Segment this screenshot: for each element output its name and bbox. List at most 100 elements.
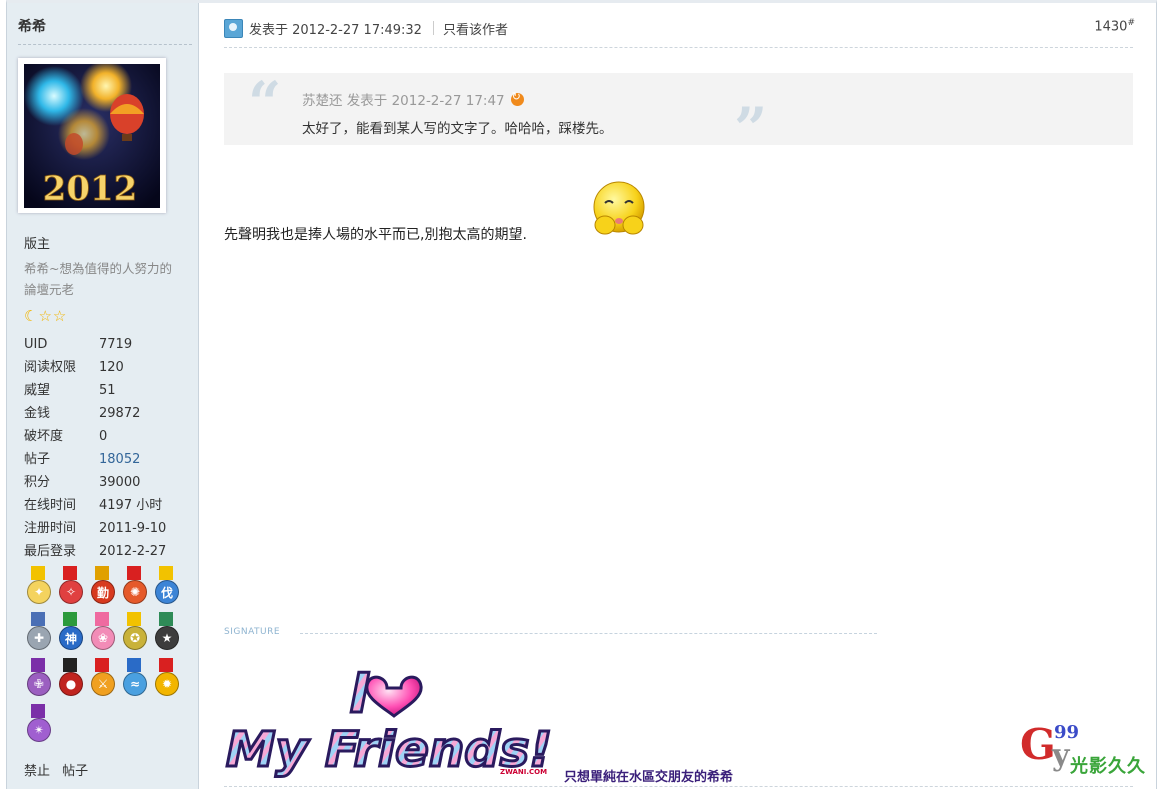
stat-label: 最后登录 — [24, 544, 77, 559]
signature-label: SIGNATURE — [224, 627, 281, 637]
diligence-medal-icon[interactable]: 勤 — [88, 566, 116, 608]
medal-disc: 勤 — [91, 580, 115, 604]
gold-star-medal-icon[interactable]: ✹ — [152, 658, 180, 700]
medal-disc: ★ — [155, 626, 179, 650]
shield-medal-icon[interactable]: 伐 — [152, 566, 180, 608]
medal-ribbon — [159, 566, 173, 580]
star-badge-medal-icon[interactable]: ★ — [152, 612, 180, 654]
stat-value[interactable]: 18052 — [99, 448, 140, 471]
medal-disc: ● — [59, 672, 83, 696]
watermark-g: G — [1020, 720, 1056, 769]
signature-credit: ZWANI.COM — [500, 768, 548, 776]
moderation-links: 禁止 帖子 — [24, 760, 96, 779]
post-header: 发表于 2012-2-27 17:49:32 只看该作者 — [224, 17, 508, 39]
stat-value: 120 — [99, 360, 124, 375]
medal-ribbon — [159, 612, 173, 626]
medal-ribbon — [63, 658, 77, 672]
stat-value: 29872 — [99, 406, 141, 421]
medal-disc: 神 — [59, 626, 83, 650]
avatar-year-text: 2012 — [43, 169, 138, 208]
compass-medal-icon[interactable]: ✧ — [56, 566, 84, 608]
swords-medal-icon[interactable]: ⚔ — [88, 658, 116, 700]
medal-ribbon — [127, 566, 141, 580]
avatar[interactable]: 2012 — [24, 64, 160, 208]
star-icon: ☆ — [38, 307, 52, 325]
post-message: 先聲明我也是捧人場的水平而已,別抱太高的期望. — [224, 227, 527, 243]
avatar-frame: 2012 — [18, 58, 166, 213]
medal-list: ✦ ✧ 勤 ✺ 伐 ✚ 神 ❀ ✪ ★ ✙ ● ⚔ ≈ ✹ ✴ — [24, 566, 184, 746]
stat-row: 帖子 18052 — [24, 448, 166, 471]
stat-label: UID — [24, 337, 48, 352]
author-name[interactable]: 希希 — [18, 16, 46, 36]
stat-value: 0 — [99, 429, 108, 444]
medal-disc: ✦ — [27, 580, 51, 604]
medal-disc: 伐 — [155, 580, 179, 604]
post-time: 发表于 2012-2-27 17:49:32 — [249, 22, 422, 38]
medal-disc: ✹ — [155, 672, 179, 696]
watermark-y: y — [1052, 738, 1070, 773]
medal-ribbon — [63, 566, 77, 580]
stat-value: 2012-2-27 — [99, 544, 167, 559]
medal-disc: ✚ — [27, 626, 51, 650]
stat-value: 7719 — [99, 337, 133, 352]
signature-text: 只想單純在水區交朋友的希希 — [564, 770, 734, 785]
stat-label: 金钱 — [24, 406, 51, 421]
close-quote-icon: ” — [734, 95, 768, 163]
signature-divider — [300, 633, 877, 634]
medal-ribbon — [127, 612, 141, 626]
stat-label: 破坏度 — [24, 429, 64, 444]
open-quote-icon: “ — [248, 69, 282, 137]
laurel-medal-icon[interactable]: ✪ — [120, 612, 148, 654]
floor-number[interactable]: 1430# — [1094, 18, 1135, 34]
stat-row: 阅读权限 120 — [24, 356, 166, 379]
medal-ribbon — [31, 612, 45, 626]
medal-ribbon — [159, 658, 173, 672]
medal-disc: ✪ — [123, 626, 147, 650]
custom-title: 希希~想為值得的人努力的論壇元老 — [24, 261, 172, 297]
footer-divider — [224, 786, 1133, 787]
god-medal-icon[interactable]: 神 — [56, 612, 84, 654]
star-icon: ☆ — [52, 307, 67, 325]
medal-disc: ≈ — [123, 672, 147, 696]
medal-ribbon — [31, 658, 45, 672]
shy-smiley-icon — [590, 181, 648, 239]
stat-row: 最后登录 2012-2-27 — [24, 540, 166, 563]
stat-label: 积分 — [24, 475, 51, 490]
medal-ribbon — [31, 566, 45, 580]
user-group: 版主 — [24, 237, 51, 252]
divider — [432, 21, 434, 35]
medal-disc: ✧ — [59, 580, 83, 604]
purple-cross-medal-icon[interactable]: ✙ — [24, 658, 52, 700]
ball-medal-icon[interactable]: ● — [56, 658, 84, 700]
blue-medal-icon[interactable]: ≈ — [120, 658, 148, 700]
stat-row: 积分 39000 — [24, 471, 166, 494]
author-stats: UID 7719 阅读权限 120 威望 51 金钱 29872 破坏度 0 帖子 18052 积分 39… — [24, 333, 166, 563]
stat-label: 帖子 — [24, 452, 51, 467]
medal-ribbon — [95, 658, 109, 672]
medal-disc: ✺ — [123, 580, 147, 604]
medal-ribbon — [127, 658, 141, 672]
violet-star-medal-icon[interactable]: ✴ — [24, 704, 52, 746]
header-divider — [224, 47, 1133, 48]
sun-medal-icon[interactable]: ✺ — [120, 566, 148, 608]
medal-ribbon — [63, 612, 77, 626]
cross-medal-icon[interactable]: ✚ — [24, 612, 52, 654]
quote-author-text: 苏楚还 发表于 2012-2-27 17:47 — [302, 93, 505, 109]
medal-disc: ✴ — [27, 718, 51, 742]
ban-link[interactable]: 禁止 — [24, 764, 50, 779]
floor-number-text: 1430 — [1094, 19, 1128, 35]
go-to-post-icon[interactable] — [510, 90, 524, 106]
stat-row: 破坏度 0 — [24, 425, 166, 448]
stat-row: 金钱 29872 — [24, 402, 166, 425]
online-status-icon — [224, 18, 243, 38]
wand-medal-icon[interactable]: ✦ — [24, 566, 52, 608]
posts-link[interactable]: 帖子 — [62, 764, 88, 779]
moon-icon: ☾ — [24, 307, 38, 325]
stat-value: 51 — [99, 383, 116, 398]
author-only-link[interactable]: 只看该作者 — [443, 19, 508, 38]
stat-label: 阅读权限 — [24, 360, 77, 375]
watermark-logo: G 99 y 光影久久 — [1018, 720, 1158, 780]
flower-medal-icon[interactable]: ❀ — [88, 612, 116, 654]
medal-ribbon — [95, 612, 109, 626]
divider — [18, 44, 192, 45]
